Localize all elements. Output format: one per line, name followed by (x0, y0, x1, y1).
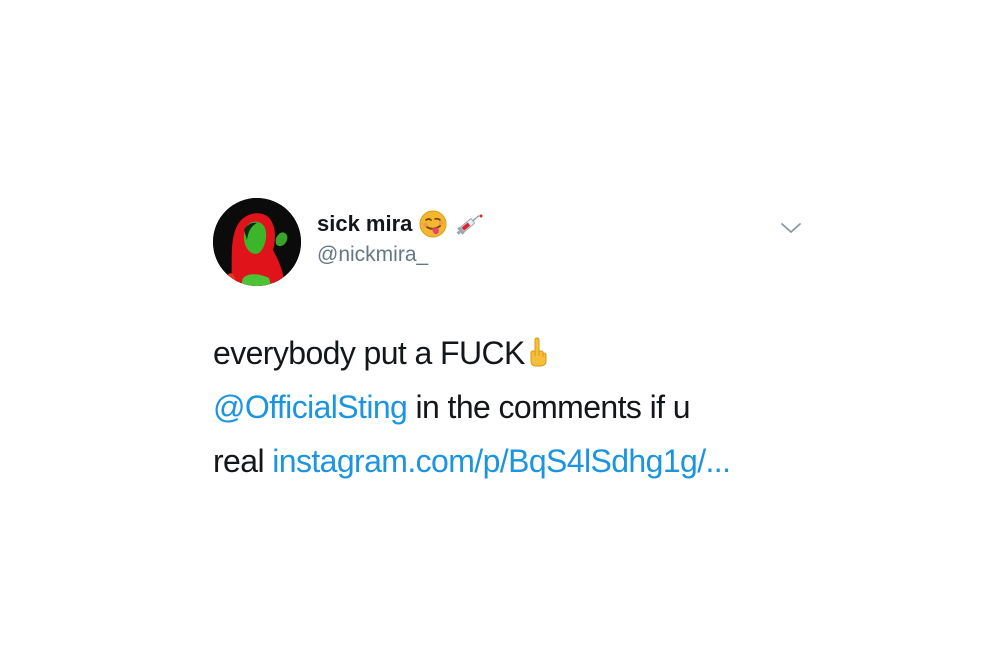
avatar[interactable] (213, 198, 301, 286)
display-name-row: sick mira (317, 210, 484, 238)
tweet-text-segment: everybody put a FUCK (213, 335, 525, 371)
chevron-down-icon[interactable] (779, 220, 803, 236)
instagram-link[interactable]: instagram.com/p/BqS4lSdhg1g/... (272, 443, 731, 479)
face-with-tongue-emoji (419, 210, 447, 238)
tweet-text-segment: real (213, 443, 273, 479)
mention-link[interactable]: @OfficialSting (213, 389, 408, 425)
display-name[interactable]: sick mira (317, 210, 412, 238)
user-handle[interactable]: @nickmira_ (317, 242, 428, 268)
tweet-text: everybody put a FUCK @OfficialSting in t… (213, 326, 813, 488)
tweet-text-line-1: everybody put a FUCK (213, 326, 813, 380)
tweet-text-line-2: @OfficialSting in the comments if u (213, 380, 813, 434)
syringe-emoji (454, 210, 484, 238)
tweet-text-line-3: real instagram.com/p/BqS4lSdhg1g/... (213, 434, 813, 488)
tweet-card: sick mira @nickmira_ everybody put a FUC… (213, 198, 813, 488)
middle-finger-emoji (527, 337, 549, 367)
tweet-text-segment: in the comments if u (407, 389, 691, 425)
